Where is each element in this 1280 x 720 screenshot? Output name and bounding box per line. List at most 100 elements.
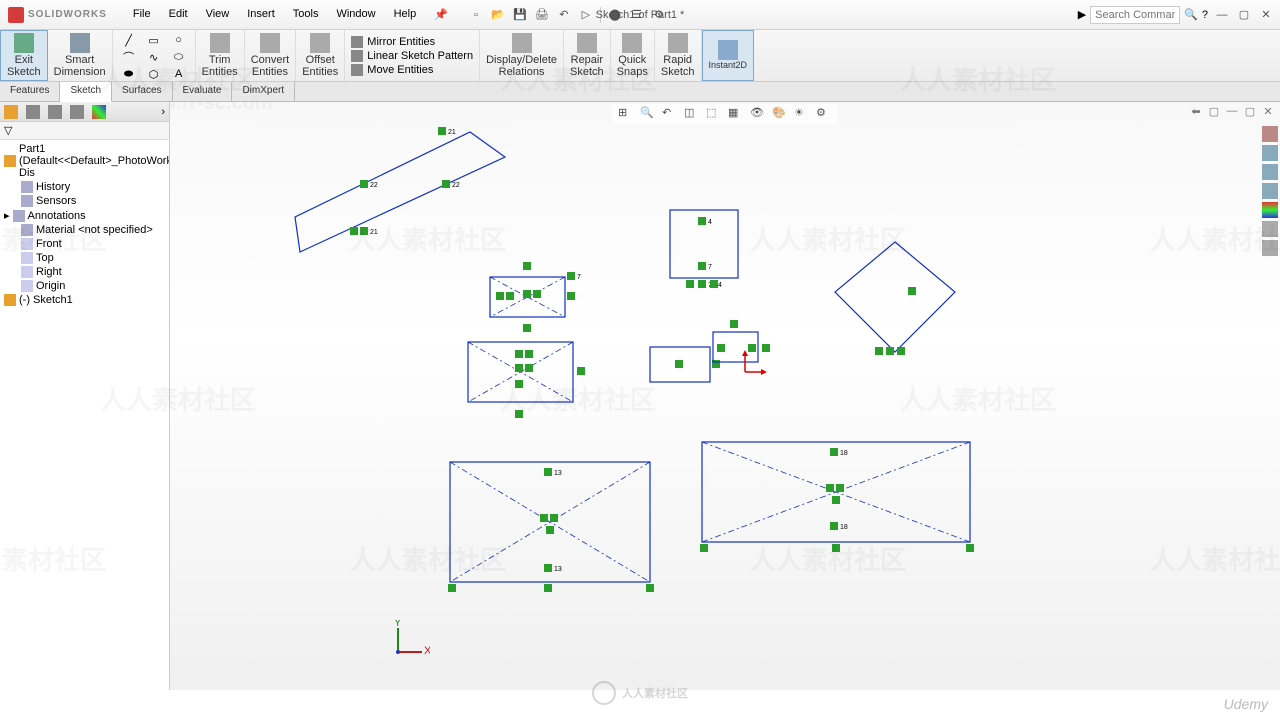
instant2d-icon [718, 40, 738, 60]
graphics-viewport[interactable]: ⊞ 🔍 ↶ ◫ ⬚ ▦ 👁 🎨 ☀ ⚙ ⬅ ▢ — ▢ ✕ 21 22 22 2… [170, 102, 1280, 690]
tree-origin[interactable]: Origin [0, 279, 169, 293]
smart-dimension-button[interactable]: SmartDimension [48, 30, 113, 81]
new-icon[interactable]: ▫ [468, 7, 484, 23]
tree-annotations[interactable]: ▸Annotations [0, 208, 169, 223]
taskpane-lib-icon[interactable] [1262, 145, 1278, 161]
tree-root[interactable]: Part1 (Default<<Default>_PhotoWorks Dis [0, 142, 169, 180]
tab-evaluate[interactable]: Evaluate [173, 82, 233, 101]
tree-front[interactable]: Front [0, 237, 169, 251]
tree-filter-bar: ▽ [0, 122, 169, 140]
line-tool-icon[interactable]: ╱ [117, 32, 141, 48]
taskpane-custom-icon[interactable] [1262, 221, 1278, 237]
tab-sketch[interactable]: Sketch [60, 82, 112, 102]
tab-features[interactable]: Features [0, 82, 60, 101]
slot-tool-icon[interactable]: ⬬ [117, 66, 141, 82]
menu-pin-icon[interactable]: 📌 [426, 4, 456, 25]
polygon-tool-icon[interactable]: ⬡ [142, 66, 166, 82]
plane-icon [21, 252, 33, 264]
tree-sketch1[interactable]: (-) Sketch1 [0, 293, 169, 307]
snaps-icon [622, 33, 642, 53]
tree-top[interactable]: Top [0, 251, 169, 265]
mirror-entities-button[interactable]: Mirror Entities [351, 36, 473, 48]
menu-edit[interactable]: Edit [161, 4, 196, 25]
taskpane-appearance-icon[interactable] [1262, 202, 1278, 218]
display-relations-button[interactable]: Display/DeleteRelations [480, 30, 564, 81]
move-entities-button[interactable]: Move Entities [351, 64, 473, 76]
sketch-icon [4, 294, 16, 306]
tree-appearance-icon[interactable] [92, 105, 106, 119]
search-toggle-icon[interactable]: ▶ [1078, 8, 1086, 21]
rect-tool-icon[interactable]: ▭ [142, 32, 166, 48]
undo-icon[interactable]: ↶ [556, 7, 572, 23]
arc-tool-icon[interactable]: ⌒ [117, 49, 141, 65]
taskpane-explorer-icon[interactable] [1262, 164, 1278, 180]
menu-view[interactable]: View [198, 4, 238, 25]
menu-insert[interactable]: Insert [239, 4, 283, 25]
menu-tools[interactable]: Tools [285, 4, 327, 25]
menu-help[interactable]: Help [386, 4, 425, 25]
document-title: Sketch1 of Part1 * [596, 9, 685, 21]
quick-snaps-button[interactable]: QuickSnaps [611, 30, 655, 81]
taskpane-forum-icon[interactable] [1262, 240, 1278, 256]
trim-icon [210, 33, 230, 53]
menu-window[interactable]: Window [328, 4, 383, 25]
circle-tool-icon[interactable]: ○ [167, 32, 191, 48]
ellipse-tool-icon[interactable]: ⬭ [167, 49, 191, 65]
taskpane-view-icon[interactable] [1262, 183, 1278, 199]
text-tool-icon[interactable]: A [167, 66, 191, 82]
feature-tabs: Features Sketch Surfaces Evaluate DimXpe… [0, 82, 1280, 102]
filter-icon[interactable]: ▽ [4, 124, 12, 137]
help-icon[interactable]: ? [1202, 9, 1208, 21]
instant2d-button[interactable]: Instant2D [702, 30, 755, 81]
rapid-sketch-button[interactable]: RapidSketch [655, 30, 702, 81]
pattern-icon [351, 50, 363, 62]
spline-tool-icon[interactable]: ∿ [142, 49, 166, 65]
search-input[interactable] [1090, 6, 1180, 24]
print-icon[interactable]: 🖨 [534, 7, 550, 23]
open-icon[interactable]: 📂 [490, 7, 506, 23]
search-icon[interactable]: 🔍 [1184, 8, 1198, 21]
svg-text:Y: Y [394, 620, 402, 629]
svg-text:4: 4 [708, 219, 712, 226]
origin-icon [21, 280, 33, 292]
relations-icon [512, 33, 532, 53]
tree-expand-icon[interactable]: › [161, 106, 165, 118]
exit-sketch-button[interactable]: ExitSketch [0, 30, 48, 81]
tree-history[interactable]: History [0, 180, 169, 194]
exit-sketch-icon [14, 33, 34, 53]
menu-bar: File Edit View Insert Tools Window Help … [125, 4, 456, 25]
offset-icon [310, 33, 330, 53]
tab-dimxpert[interactable]: DimXpert [232, 82, 295, 101]
menu-file[interactable]: File [125, 4, 159, 25]
tree-config-icon[interactable] [4, 105, 18, 119]
orientation-triad[interactable]: Y X [390, 620, 430, 660]
center-watermark: 人人素材社区 [592, 681, 688, 705]
minimize-button[interactable]: — [1212, 6, 1232, 24]
tree-material[interactable]: Material <not specified> [0, 223, 169, 237]
close-button[interactable]: ✕ [1256, 6, 1276, 24]
repair-sketch-button[interactable]: RepairSketch [564, 30, 611, 81]
diamond[interactable] [835, 242, 955, 352]
sketch-geometry: 21 22 22 21 7 4 7 7 4 [170, 102, 1280, 690]
svg-text:21: 21 [448, 129, 456, 136]
tree-right[interactable]: Right [0, 265, 169, 279]
task-pane [1260, 122, 1280, 260]
linear-pattern-button[interactable]: Linear Sketch Pattern [351, 50, 473, 62]
parallelogram[interactable] [295, 132, 505, 252]
save-icon[interactable]: 💾 [512, 7, 528, 23]
offset-entities-button[interactable]: OffsetEntities [296, 30, 345, 81]
svg-text:18: 18 [840, 450, 848, 457]
tree-tab2-icon[interactable] [26, 105, 40, 119]
trim-entities-button[interactable]: TrimEntities [196, 30, 245, 81]
taskpane-home-icon[interactable] [1262, 126, 1278, 142]
maximize-button[interactable]: ▢ [1234, 6, 1254, 24]
tree-tab3-icon[interactable] [48, 105, 62, 119]
tab-surfaces[interactable]: Surfaces [112, 82, 172, 101]
convert-entities-button[interactable]: ConvertEntities [245, 30, 297, 81]
select-icon[interactable]: ▷ [578, 7, 594, 23]
tree-tab4-icon[interactable] [70, 105, 84, 119]
tree-sensors[interactable]: Sensors [0, 194, 169, 208]
feature-tree[interactable]: Part1 (Default<<Default>_PhotoWorks Dis … [0, 140, 169, 690]
rapid-icon [668, 33, 688, 53]
transform-tools: Mirror Entities Linear Sketch Pattern Mo… [345, 30, 480, 81]
